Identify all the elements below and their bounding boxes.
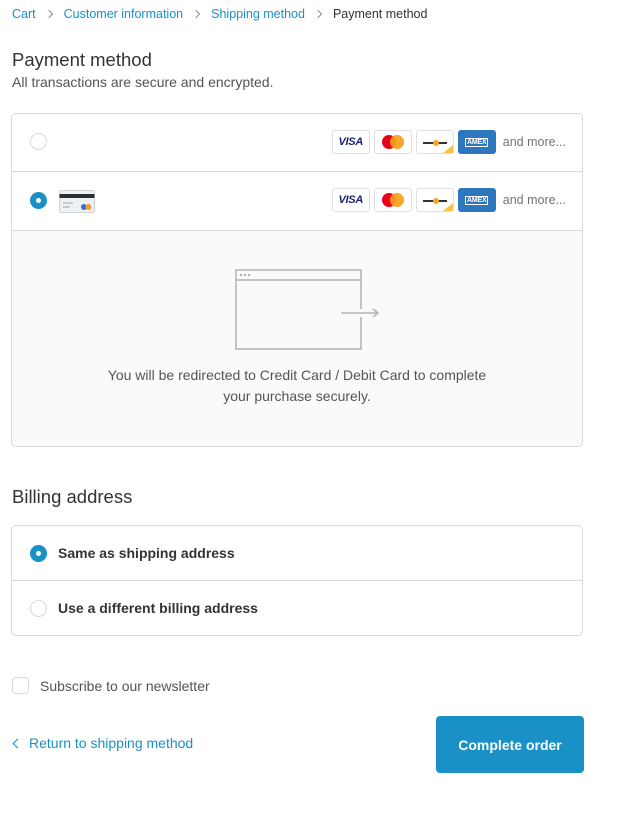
mastercard-icon bbox=[373, 188, 412, 212]
card-brand-list: VISA AMEX and more... bbox=[331, 188, 566, 212]
visa-icon: VISA bbox=[331, 188, 370, 212]
breadcrumb-current: Payment method bbox=[332, 7, 428, 21]
billing-option-different-radio[interactable] bbox=[30, 600, 47, 617]
breadcrumb-cart-link[interactable]: Cart bbox=[12, 7, 36, 21]
chevron-left-icon bbox=[12, 738, 23, 748]
return-to-shipping-link[interactable]: Return to shipping method bbox=[11, 735, 193, 751]
return-to-shipping-label: Return to shipping method bbox=[29, 735, 194, 751]
complete-order-button[interactable]: Complete order bbox=[436, 716, 584, 773]
billing-option-same[interactable]: Same as shipping address bbox=[12, 526, 582, 581]
credit-card-icon bbox=[59, 190, 95, 213]
billing-address-title: Billing address bbox=[12, 486, 133, 507]
card-brand-list: VISA AMEX and more... bbox=[331, 130, 566, 154]
redirect-panel: You will be redirected to Credit Card / … bbox=[12, 231, 582, 446]
and-more-label: and more... bbox=[502, 135, 566, 149]
visa-icon: VISA bbox=[331, 130, 370, 154]
billing-option-different[interactable]: Use a different billing address bbox=[12, 581, 582, 635]
breadcrumb-shipping-method-link[interactable]: Shipping method bbox=[211, 7, 305, 21]
and-more-label: and more... bbox=[502, 193, 566, 207]
amex-icon: AMEX bbox=[457, 130, 496, 154]
payment-option-1[interactable]: VISA AMEX and more... bbox=[12, 114, 582, 172]
breadcrumb: Cart Customer information Shipping metho… bbox=[12, 6, 427, 22]
newsletter-label: Subscribe to our newsletter bbox=[40, 677, 210, 694]
payment-options-box: VISA AMEX and more... VISA AMEX and more… bbox=[11, 113, 583, 447]
chevron-right-icon bbox=[193, 11, 200, 18]
billing-option-same-radio[interactable] bbox=[30, 545, 47, 562]
billing-option-same-label: Same as shipping address bbox=[58, 545, 235, 561]
payment-option-2-radio[interactable] bbox=[30, 192, 47, 209]
payment-method-title: Payment method bbox=[12, 49, 152, 70]
card-brand-icon bbox=[415, 188, 454, 212]
billing-option-different-label: Use a different billing address bbox=[58, 600, 258, 616]
redirect-message: You will be redirected to Credit Card / … bbox=[12, 365, 582, 407]
chevron-right-icon bbox=[315, 11, 322, 18]
newsletter-checkbox[interactable] bbox=[12, 677, 29, 694]
redirect-message-line-1: You will be redirected to Credit Card / … bbox=[107, 367, 487, 383]
chevron-right-icon bbox=[46, 11, 53, 18]
newsletter-option[interactable]: Subscribe to our newsletter bbox=[12, 677, 210, 694]
payment-option-2[interactable]: VISA AMEX and more... bbox=[12, 172, 582, 231]
redirect-message-line-2: your purchase securely. bbox=[223, 388, 371, 404]
breadcrumb-customer-information-link[interactable]: Customer information bbox=[64, 7, 184, 21]
amex-icon: AMEX bbox=[457, 188, 496, 212]
payment-option-1-radio[interactable] bbox=[30, 133, 47, 150]
payment-method-subtitle: All transactions are secure and encrypte… bbox=[12, 74, 274, 90]
browser-redirect-icon bbox=[235, 269, 380, 350]
card-brand-icon bbox=[415, 130, 454, 154]
billing-options-box: Same as shipping address Use a different… bbox=[11, 525, 583, 636]
mastercard-icon bbox=[373, 130, 412, 154]
